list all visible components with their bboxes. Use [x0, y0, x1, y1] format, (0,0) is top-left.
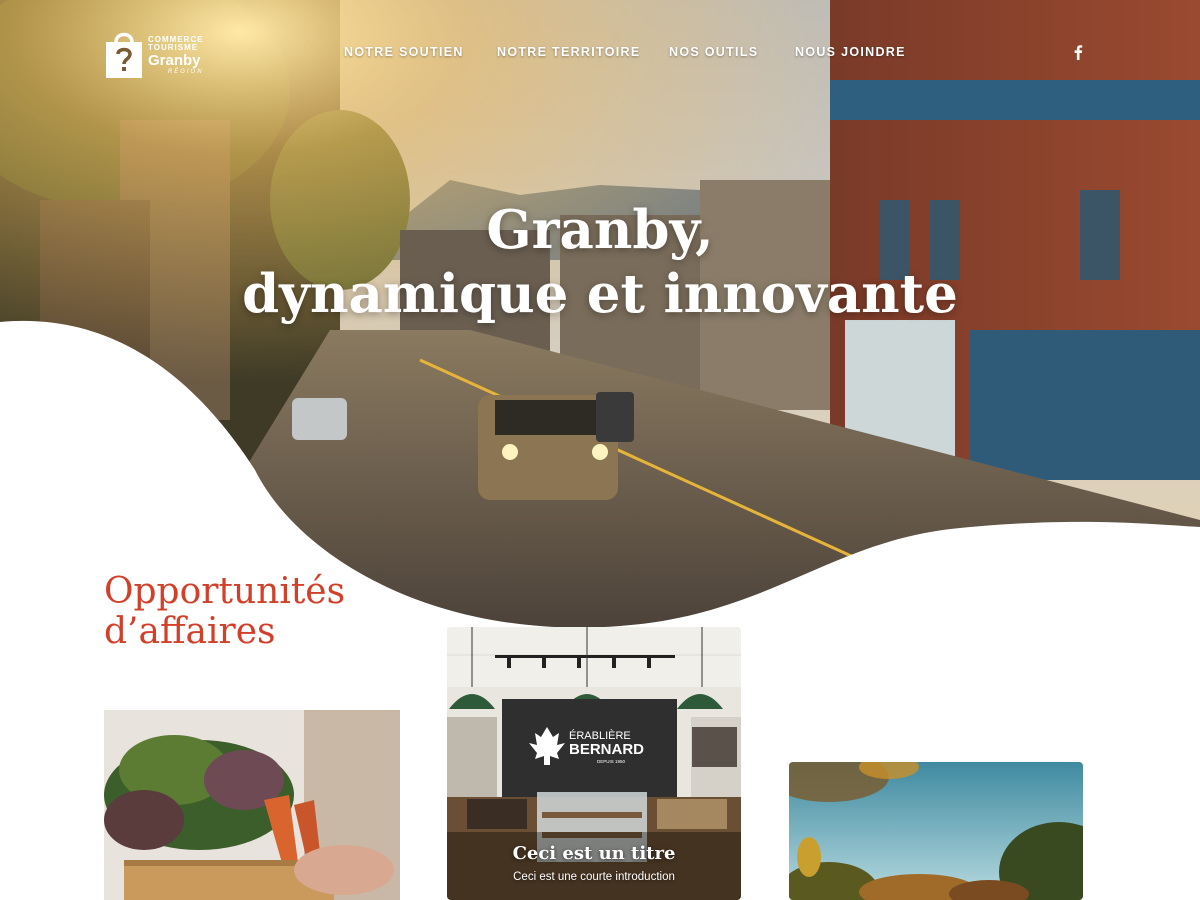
top-navigation: COMMERCE TOURISME Granby RÉGION NOTRE SO… — [0, 0, 1200, 110]
hero-title-line2: dynamique et innovante — [242, 263, 958, 325]
section-title-line1: Opportunités — [104, 571, 346, 612]
card-intro: Ceci est une courte introduction — [513, 871, 675, 883]
vegetable-crate-photo — [104, 710, 400, 900]
opportunity-card-3[interactable] — [789, 762, 1083, 900]
hero-title: Granby, dynamique et innovante — [0, 198, 1200, 326]
nav-link-notre-territoire[interactable]: NOTRE TERRITOIRE — [497, 45, 641, 59]
card-title: Ceci est un titre — [512, 843, 676, 864]
main-menu: NOTRE SOUTIEN NOTRE TERRITOIRE NOS OUTIL… — [0, 45, 1200, 61]
hero-title-line1: Granby, — [486, 199, 714, 261]
nav-link-nos-outils[interactable]: NOS OUTILS — [669, 45, 758, 59]
section-title-line2: d’affaires — [104, 611, 276, 652]
section-title: Opportunités d’affaires — [104, 572, 434, 652]
nav-link-nous-joindre[interactable]: NOUS JOINDRE — [795, 45, 906, 59]
facebook-icon[interactable] — [1071, 44, 1085, 60]
nav-link-notre-soutien[interactable]: NOTRE SOUTIEN — [344, 45, 464, 59]
opportunity-card-1[interactable] — [104, 710, 400, 900]
shop-sign-line2: BERNARD — [569, 741, 644, 758]
opportunity-card-2[interactable]: ÉRABLIÈRE BERNARD DEPUIS 1950 Ceci est u… — [447, 627, 741, 900]
shop-sign-line3: DEPUIS 1950 — [597, 759, 626, 764]
autumn-trees-photo — [789, 762, 1083, 900]
logo-line-region: RÉGION — [167, 69, 204, 75]
